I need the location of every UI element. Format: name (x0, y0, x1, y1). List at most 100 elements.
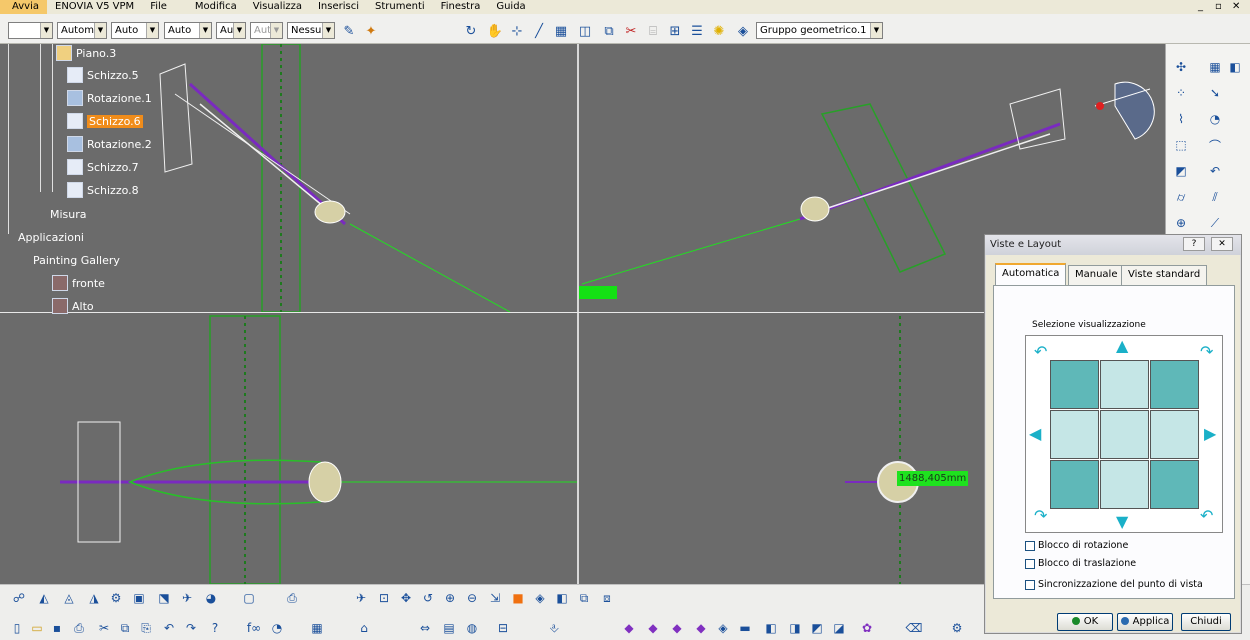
tab-manuale[interactable]: Manuale (1068, 265, 1125, 285)
rotate-bottom-right-arrow-icon[interactable]: ↶ (1200, 508, 1213, 524)
paste-icon[interactable]: ⎘ (137, 619, 155, 637)
view-cell-bottom-left[interactable] (1050, 460, 1099, 509)
loft-tool-icon[interactable]: ◪ (830, 619, 848, 637)
environment-icon[interactable]: ◕ (202, 589, 220, 607)
menu-file[interactable]: File (142, 0, 175, 14)
light-icon[interactable]: ◬ (60, 589, 78, 607)
right-arrow-icon[interactable]: ▶ (1204, 426, 1216, 442)
down-arrow-icon[interactable]: ▼ (1116, 514, 1128, 530)
translation-lock-checkbox[interactable] (1025, 558, 1035, 569)
up-arrow-icon[interactable]: ▲ (1116, 338, 1128, 354)
sweep-icon[interactable]: ⌒ (1206, 136, 1224, 154)
view-cell-bottom-right[interactable] (1150, 460, 1199, 509)
knowledge-icon[interactable]: ◔ (268, 619, 286, 637)
tree-item-painting-gallery[interactable]: Painting Gallery (33, 251, 120, 269)
stiffener-tool-icon[interactable]: ◩ (808, 619, 826, 637)
pad-icon[interactable]: ◩ (1172, 162, 1190, 180)
shading-icon[interactable]: ◧ (553, 589, 571, 607)
light-icon[interactable]: ✺ (710, 22, 728, 40)
rotate-icon[interactable]: ↻ (462, 22, 480, 40)
gear-icon[interactable]: ⚙ (107, 589, 125, 607)
publish-icon[interactable]: ⎙ (283, 589, 301, 607)
view-cell-bottom[interactable] (1100, 460, 1149, 509)
compass-tool-icon[interactable]: ⊟ (494, 619, 512, 637)
rotation-lock-checkbox[interactable] (1025, 540, 1035, 551)
line-icon[interactable]: ╱ (530, 22, 548, 40)
measure-item-icon[interactable]: ▤ (440, 619, 458, 637)
swap-icon[interactable]: ⧈ (598, 589, 616, 607)
assembly-icon[interactable]: ⚙ (948, 619, 966, 637)
view-cell-center[interactable] (1100, 410, 1149, 459)
bars-icon[interactable]: ☰ (688, 22, 706, 40)
tree-item-schizzo6[interactable]: Schizzo.6 (67, 112, 143, 130)
cube-icon[interactable]: ◧ (1226, 58, 1244, 76)
hole-tool-icon[interactable]: ▬ (736, 619, 754, 637)
copy-icon[interactable]: ⧉ (600, 22, 618, 40)
point-select[interactable]: Auto ▼ (164, 22, 212, 39)
groove-tool-icon[interactable]: ◈ (714, 619, 732, 637)
tab-automatica[interactable]: Automatica (995, 263, 1067, 286)
cut-icon[interactable]: ✂ (622, 22, 640, 40)
menu-inserisci[interactable]: Inserisci (310, 0, 367, 14)
menu-finestra[interactable]: Finestra (433, 0, 489, 14)
grid-icon[interactable]: ▦ (552, 22, 570, 40)
tree-item-fronte[interactable]: fronte (52, 274, 105, 292)
points-icon[interactable]: ⁘ (1172, 84, 1190, 102)
tree-item-schizzo8[interactable]: Schizzo.8 (67, 181, 139, 199)
rib-tool-icon[interactable]: ◧ (762, 619, 780, 637)
multi-view-icon[interactable]: ■ (509, 589, 527, 607)
thickness-select[interactable]: Auto ▼ (111, 22, 159, 39)
shaft-tool-icon[interactable]: ◆ (692, 619, 710, 637)
left-arrow-icon[interactable]: ◀ (1029, 426, 1041, 442)
sketcher-icon[interactable]: ☍ (10, 589, 28, 607)
sphere-icon[interactable]: ◔ (1206, 110, 1224, 128)
dialog-close-button[interactable]: ✕ (1211, 237, 1233, 251)
split-icon[interactable]: ⫽ (1206, 188, 1224, 206)
camera-icon[interactable]: ▢ (240, 589, 258, 607)
menu-modifica[interactable]: Modifica (187, 0, 245, 14)
fly-icon[interactable]: ✈ (352, 589, 370, 607)
pointer-icon[interactable]: ➘ (1206, 84, 1224, 102)
dialog-help-button[interactable]: ? (1183, 237, 1205, 251)
pan-icon[interactable]: ✥ (397, 589, 415, 607)
spelling-icon[interactable]: ⎀ (545, 619, 563, 637)
translation-lock-option[interactable]: Blocco di traslazione (1025, 558, 1136, 569)
tree-item-rotazione2[interactable]: Rotazione.2 (67, 135, 152, 153)
grid-icon[interactable]: ▦ (1206, 58, 1224, 76)
geoset-icon[interactable]: ◈ (734, 22, 752, 40)
join-icon[interactable]: ⊕ (1172, 214, 1190, 232)
table-icon[interactable]: ▦ (308, 619, 326, 637)
hide-icon[interactable]: ⌸ (644, 22, 662, 40)
restore-button[interactable]: ▫ (1215, 0, 1222, 14)
viewpoint-sync-checkbox[interactable] (1025, 579, 1035, 590)
copy-icon[interactable]: ⧉ (116, 619, 134, 637)
menu-guida[interactable]: Guida (488, 0, 533, 14)
fillet-icon[interactable]: ⟋ (1206, 214, 1224, 232)
normal-view-icon[interactable]: ⇲ (486, 589, 504, 607)
close-button[interactable]: Chiudi (1181, 613, 1231, 631)
rotate-bottom-left-arrow-icon[interactable]: ↷ (1034, 508, 1047, 524)
geometric-set-select[interactable]: Gruppo geometrico.1 ▼ (756, 22, 883, 39)
tree-item-piano3[interactable]: Piano.3 (56, 44, 116, 62)
close-window-button[interactable]: ✕ (1232, 0, 1240, 14)
tree-item-rotazione1[interactable]: Rotazione.1 (67, 89, 152, 107)
formula-icon[interactable]: f∞ (245, 619, 263, 637)
menu-strumenti[interactable]: Strumenti (367, 0, 433, 14)
filter-select[interactable]: Nessuno ▼ (287, 22, 335, 39)
inertia-icon[interactable]: ◍ (463, 619, 481, 637)
remove-icon[interactable]: ⌫ (905, 619, 923, 637)
rotate-top-right-arrow-icon[interactable]: ↷ (1200, 344, 1213, 360)
cylinder-icon[interactable]: ⌭ (1172, 188, 1190, 206)
view-cell-right[interactable] (1150, 410, 1199, 459)
hide-show-icon[interactable]: ⧉ (575, 589, 593, 607)
brush-icon[interactable]: ✎ (340, 22, 358, 40)
menu-enovia[interactable]: ENOVIA V5 VPM (47, 0, 142, 14)
tree-item-schizzo7[interactable]: Schizzo.7 (67, 158, 139, 176)
ok-button[interactable]: OK (1057, 613, 1113, 631)
pad-tool-icon[interactable]: ◆ (644, 619, 662, 637)
arc-icon[interactable]: ↶ (1206, 162, 1224, 180)
apply-button[interactable]: Applica (1117, 613, 1173, 631)
view-cell-left[interactable] (1050, 410, 1099, 459)
material-icon[interactable]: ◮ (85, 589, 103, 607)
rotate-view-icon[interactable]: ↺ (419, 589, 437, 607)
